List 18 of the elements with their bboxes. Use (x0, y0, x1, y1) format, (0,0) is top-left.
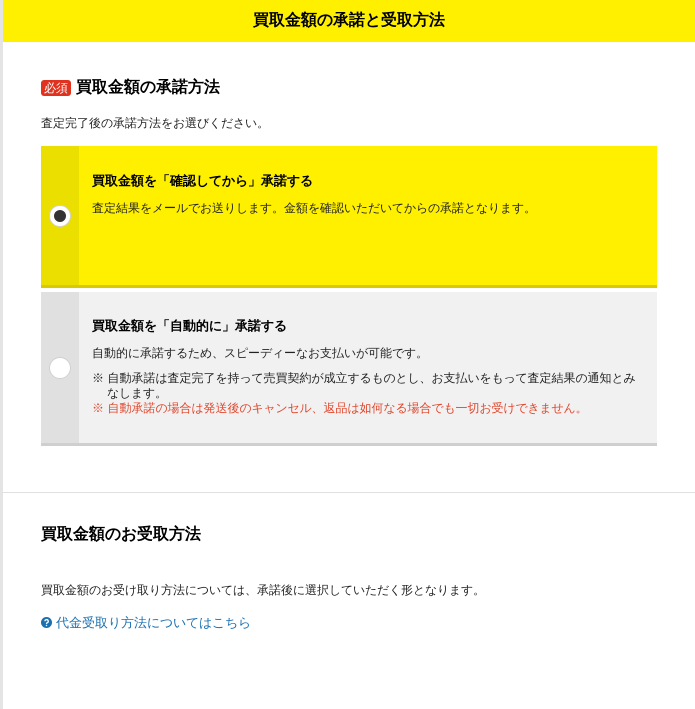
section-title: 買取金額のお受取方法 (41, 524, 202, 545)
section-description: 査定完了後の承諾方法をお選びください。 (41, 115, 270, 132)
required-badge: 必須 (41, 80, 71, 96)
radio-button[interactable] (49, 356, 71, 378)
option-description: 査定結果をメールでお送りします。金額を確認いただいてからの承諾となります。 (92, 200, 536, 216)
radio-button[interactable] (49, 204, 71, 226)
option-description: 自動的に承諾するため、スピーディーなお支払いが可能です。 (92, 344, 429, 362)
option-title: 買取金額を「自動的に」承諾する (92, 317, 288, 335)
warning-note: ※ 自動承諾の場合は発送後のキャンセル、返品は如何なる場合でも一切お受けできません。 (92, 400, 588, 416)
option-title: 買取金額を「確認してから」承諾する (92, 172, 314, 190)
option-card[interactable]: 買取金額を「自動的に」承諾する 自動的に承諾するため、スピーディーなお支払いが可能です。 ※ 自動承諾は査定完了を持って売買契約が成立するものとし、お支払いをもって査定結果の通知とみなします。 ※ 自動承諾の場合は発送後のキャンセル、返品は如何なる場合でも一切お受けできません。 (41, 292, 657, 446)
option-card[interactable]: 買取金額を「確認してから」承諾する 査定結果をメールでお送りします。金額を確認いただいてからの承諾となります。 (41, 146, 657, 288)
page-title: 買取金額の承諾と受取方法 (253, 10, 445, 31)
note-text: ※ 自動承諾は査定完了を持って売買契約が成立するものとし、お支払いをもって査定結果の通知とみなします。 (92, 370, 636, 400)
section-title: 買取金額の承諾方法 (76, 77, 220, 98)
section-description: 買取金額のお受け取り方法については、承諾後に選択していただく形となります。 (41, 582, 486, 599)
help-link[interactable]: 代金受取り方法についてはこちら (41, 613, 251, 632)
help-icon (41, 617, 52, 628)
